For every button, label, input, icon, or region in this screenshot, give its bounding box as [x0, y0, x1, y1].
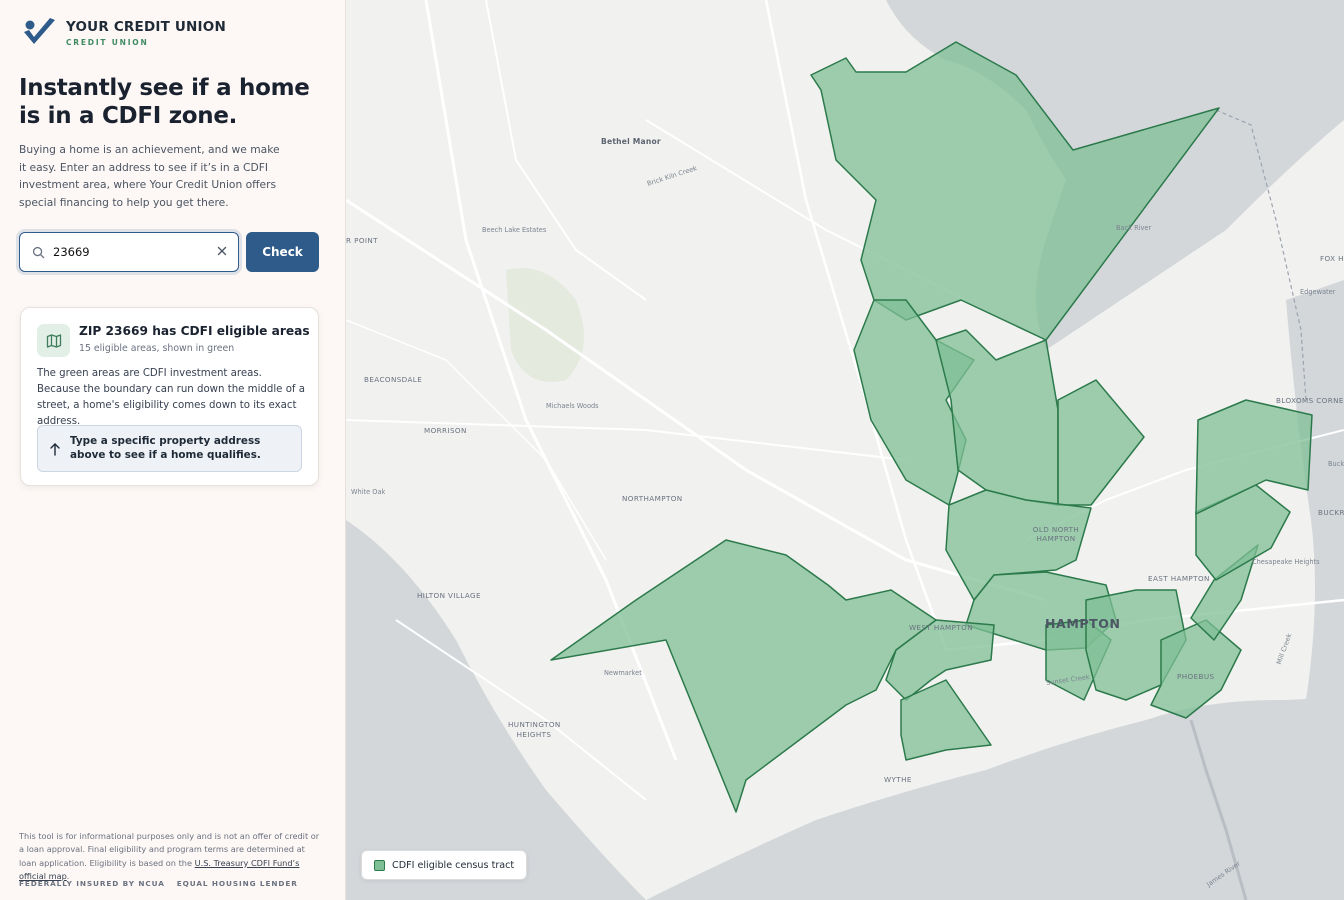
equal-housing-label: EQUAL HOUSING LENDER: [176, 879, 298, 888]
place-bethel-manor: Bethel Manor: [601, 137, 661, 146]
map-icon: [46, 333, 61, 348]
place-hampton: HAMPTON: [1045, 616, 1121, 631]
map-canvas[interactable]: [346, 0, 1344, 900]
place-wythe: WYTHE: [884, 775, 912, 784]
place-northampton: NORTHAMPTON: [622, 494, 683, 503]
result-subtitle: 15 eligible areas, shown in green: [79, 343, 235, 354]
place-fox-hill: FOX H: [1320, 254, 1344, 263]
search-input[interactable]: [53, 245, 203, 259]
park-area: [506, 268, 584, 382]
hint-text: Type a specific property address above t…: [70, 435, 261, 461]
intro-text: Buying a home is an achievement, and we …: [19, 143, 280, 209]
place-morrison: MORRISON: [424, 426, 467, 435]
result-body: The green areas are CDFI investment area…: [37, 368, 305, 427]
brand-subtitle: CREDIT UNION: [66, 38, 149, 47]
place-back-river: Back River: [1116, 224, 1152, 232]
result-title: ZIP 23669 has CDFI eligible areas: [79, 324, 310, 338]
checkmark-logo-icon: [24, 18, 55, 44]
legend-label: CDFI eligible census tract: [392, 859, 515, 871]
place-chesapeake-heights: Chesapeake Heights: [1252, 558, 1320, 566]
legend-swatch: [374, 859, 385, 871]
result-card: ZIP 23669 has CDFI eligible areas 15 eli…: [20, 307, 319, 486]
address-hint: Type a specific property address above t…: [37, 425, 302, 472]
place-beaconsdale: BEACONSDALE: [364, 375, 423, 384]
clear-icon[interactable]: [216, 245, 228, 257]
sidebar: YOUR CREDIT UNION CREDIT UNION Instantly…: [0, 0, 346, 900]
search-icon: [32, 246, 45, 258]
map-view[interactable]: Bethel Manor Brick Kiln Creek Beech Lake…: [346, 0, 1344, 900]
page-title: Instantly see if a home is in a CDFI zon…: [19, 75, 310, 129]
place-white-oak: White Oak: [351, 488, 386, 496]
disclaimer: This tool is for informational purposes …: [19, 830, 324, 883]
place-beech-lake-estates: Beech Lake Estates: [482, 226, 547, 234]
place-michaels-woods: Michaels Woods: [546, 402, 599, 410]
place-buck: Buck: [1328, 460, 1344, 468]
brand-logo[interactable]: YOUR CREDIT UNION CREDIT UNION: [22, 16, 226, 50]
james-river-water: [346, 520, 646, 900]
place-r-point: R POINT: [346, 236, 378, 245]
place-west-hampton: WEST HAMPTON: [909, 623, 973, 632]
place-bloxoms-corner: BLOXOMS CORNE: [1276, 396, 1344, 405]
place-hilton-village: HILTON VILLAGE: [417, 591, 481, 600]
check-button[interactable]: Check: [246, 232, 319, 272]
footer-tags: FEDERALLY INSURED BY NCUA EQUAL HOUSING L…: [19, 879, 298, 888]
place-newmarket: Newmarket: [604, 669, 642, 677]
place-buckroe: BUCKR: [1318, 508, 1344, 517]
cdfi-tract: [1057, 379, 1145, 506]
place-old-north-hampton: OLD NORTH HAMPTON: [1032, 525, 1080, 543]
ncua-label: FEDERALLY INSURED BY NCUA: [19, 879, 165, 888]
place-edgewater: Edgewater: [1300, 288, 1336, 296]
map-legend: CDFI eligible census tract: [361, 850, 528, 880]
search-field[interactable]: [19, 232, 239, 272]
map-badge: [37, 324, 70, 357]
place-phoebus: PHOEBUS: [1177, 672, 1215, 681]
place-huntington-heights: HUNTINGTON HEIGHTS: [508, 720, 561, 739]
place-east-hampton: EAST HAMPTON: [1148, 574, 1210, 583]
arrow-up-icon: [50, 443, 60, 456]
brand-name: YOUR CREDIT UNION: [66, 19, 226, 35]
